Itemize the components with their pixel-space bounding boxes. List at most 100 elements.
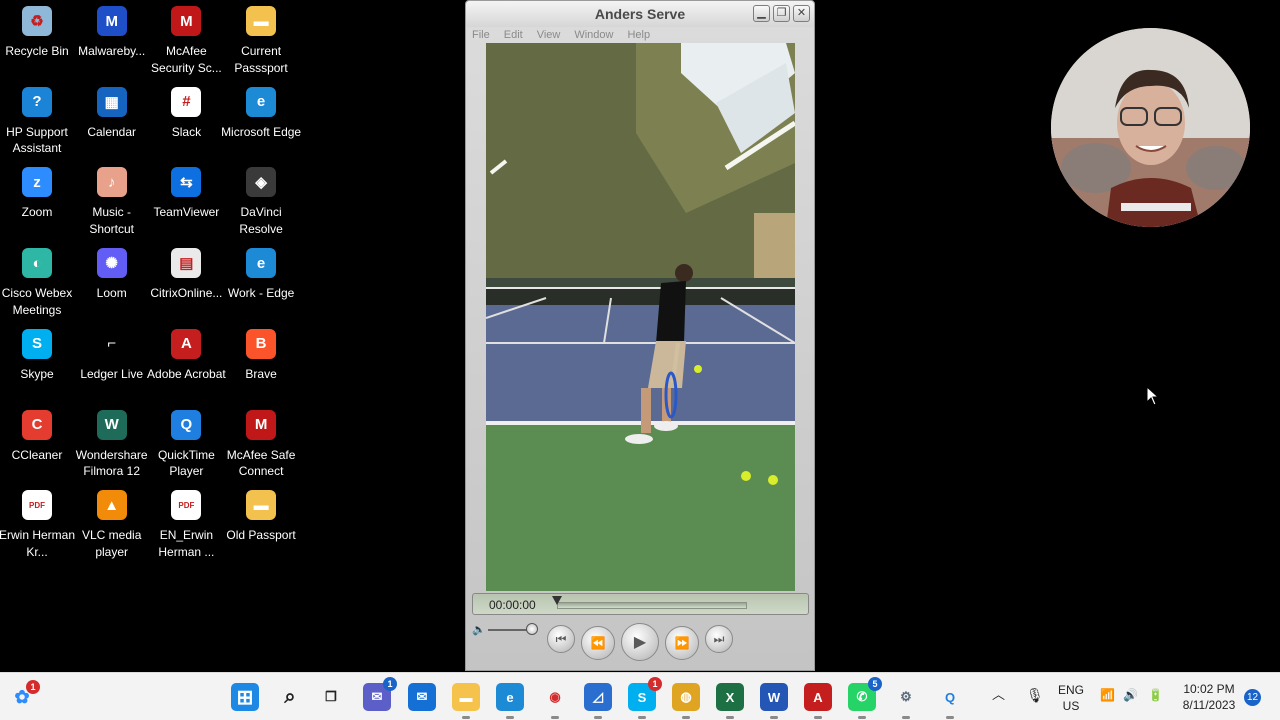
battery-icon[interactable]: 🔋 — [1148, 687, 1163, 703]
taskbar-mail-button[interactable]: ✉ — [408, 683, 436, 711]
mcafee-safe-connect-icon: M — [246, 409, 277, 440]
restore-button[interactable]: ❐ — [773, 5, 790, 22]
desktop-icon-label: Calendar — [87, 124, 137, 139]
taskbar-settings-button[interactable]: ⚙ — [892, 683, 920, 719]
desktop-icon-calendar[interactable]: ▦ Calendar — [72, 83, 152, 161]
fast-forward-button[interactable]: ⏩ — [665, 626, 699, 660]
language-indicator[interactable]: ENG US — [1055, 682, 1087, 714]
desktop-icon-label: QuickTime Player — [157, 447, 215, 479]
desktop-icon-erwin-herman-kr[interactable]: PDF Erwin Herman Kr... — [0, 486, 77, 564]
desktop-icon-label: Slack — [171, 124, 202, 139]
desktop-icon-wondershare-filmora-12[interactable]: W Wondershare Filmora 12 — [72, 406, 152, 484]
desktop-icon-ledger-live[interactable]: ⌐ Ledger Live — [72, 325, 152, 403]
desktop-icon-microsoft-edge[interactable]: e Microsoft Edge — [221, 83, 301, 161]
quicktime-window[interactable]: Anders Serve ▁ ❐ ✕ File Edit View Window… — [465, 0, 815, 671]
desktop-icon-citrixonline[interactable]: ▤ CitrixOnline... — [146, 244, 226, 322]
taskbar-excel-button[interactable]: X — [716, 683, 744, 719]
desktop-icon-davinci-resolve[interactable]: ◈ DaVinci Resolve — [221, 163, 301, 241]
desktop-icon-hp-support-assistant[interactable]: ? HP Support Assistant — [0, 83, 77, 161]
running-indicator — [506, 716, 514, 719]
microphone-icon[interactable]: 🎙 — [1026, 687, 1044, 703]
desktop-icon-music-shortcut[interactable]: ♪ Music - Shortcut — [72, 163, 152, 241]
desktop-icon-quicktime-player[interactable]: Q QuickTime Player — [146, 406, 226, 484]
taskbar-word-button[interactable]: W — [760, 683, 788, 719]
taskbar-chrome-button[interactable]: ◍ — [672, 683, 700, 719]
taskbar-chat-button[interactable]: ✉ 1 — [363, 677, 397, 711]
desktop-icon-skype[interactable]: S Skype — [0, 325, 77, 403]
notification-badge[interactable]: 12 — [1244, 689, 1261, 706]
mcafee-icon: M — [171, 6, 202, 36]
desktop-icon-malwareby[interactable]: M Malwareby... — [72, 2, 152, 80]
taskbar-app-chart-button[interactable]: ◿ — [584, 683, 612, 719]
video-frame[interactable] — [486, 43, 795, 591]
desktop-icon-label: Current Passsport — [234, 44, 288, 75]
running-indicator — [770, 716, 778, 719]
show-hidden-icons[interactable]: ︿ — [992, 687, 1005, 703]
go-to-start-button[interactable]: ⏮ — [547, 625, 575, 653]
go-to-end-button[interactable]: ⏭ — [705, 625, 733, 653]
wifi-icon[interactable]: 📶 — [1100, 687, 1115, 703]
taskbar-start-button[interactable]: ⊞ — [231, 683, 259, 711]
citrix-icon: ▤ — [171, 248, 202, 279]
menu-help[interactable]: Help — [627, 27, 650, 43]
taskbar-whatsapp-button[interactable]: ✆ 5 — [848, 677, 882, 719]
quicktime-icon: Q — [171, 409, 202, 440]
close-button[interactable]: ✕ — [793, 5, 810, 22]
rewind-button[interactable]: ⏪ — [581, 626, 615, 660]
desktop-icon-label: Work - Edge — [227, 286, 295, 301]
desktop-icon-ccleaner[interactable]: C CCleaner — [0, 406, 77, 484]
running-indicator — [858, 716, 866, 719]
pdf-icon: PDF — [22, 490, 52, 521]
taskbar-app-red-button[interactable]: ◉ — [541, 683, 569, 719]
taskbar-quicktime-button[interactable]: Q — [936, 683, 964, 719]
brave-icon: B — [246, 328, 277, 359]
mouse-cursor — [1146, 386, 1160, 406]
tennis-serve-video — [486, 43, 795, 591]
desktop-icon-current-passsport[interactable]: ▬ Current Passsport — [221, 2, 301, 80]
playback-controls: 00:00:00 🔈 ⏮ ⏪ ▶ ⏩ ⏭ — [466, 589, 814, 671]
play-button[interactable]: ▶ — [621, 623, 659, 661]
desktop-icon-brave[interactable]: B Brave — [221, 325, 301, 403]
taskbar-file-explorer-button[interactable]: ▬ — [452, 683, 480, 719]
widgets-icon[interactable]: ✿ 1 — [8, 680, 40, 711]
desktop-icon-mcafee-security-sc[interactable]: M McAfee Security Sc... — [146, 2, 226, 80]
menu-window[interactable]: Window — [574, 27, 613, 43]
volume-icon[interactable]: 🔈 — [472, 623, 486, 636]
pdf-icon: PDF — [171, 490, 202, 521]
taskbar-search-button[interactable]: ⌕ — [276, 683, 304, 711]
desktop-icon-label: VLC media player — [82, 528, 142, 559]
menu-file[interactable]: File — [472, 27, 490, 43]
clock[interactable]: 10:02 PM 8/11/2023 — [1176, 681, 1242, 713]
desktop-icon-work-edge[interactable]: e Work - Edge — [221, 244, 301, 322]
desktop-icon-recycle-bin[interactable]: ♻ Recycle Bin — [0, 2, 77, 80]
desktop-icon-mcafee-safe-connect[interactable]: M McAfee Safe Connect — [221, 406, 301, 484]
desktop: ♻ Recycle Bin M Malwareby... M McAfee Securit… — [0, 0, 1280, 672]
desktop-icon-cisco-webex-meetings[interactable]: ◐ Cisco Webex Meetings — [0, 244, 77, 322]
volume-slider[interactable] — [488, 629, 530, 631]
volume-tray-icon[interactable]: 🔊 — [1123, 687, 1138, 703]
desktop-icon-loom[interactable]: ✺ Loom — [72, 244, 152, 322]
desktop-icon-adobe-acrobat[interactable]: A Adobe Acrobat — [146, 325, 226, 403]
desktop-icon-old-passport[interactable]: ▬ Old Passport — [221, 486, 301, 564]
running-indicator — [551, 716, 559, 719]
desktop-icon-slack[interactable]: # Slack — [146, 83, 226, 161]
clock-time: 10:02 PM — [1183, 682, 1235, 696]
desktop-icon-label: Music - Shortcut — [89, 205, 135, 236]
playhead[interactable] — [552, 596, 562, 605]
desktop-icon-zoom[interactable]: z Zoom — [0, 163, 77, 241]
desktop-icon-en-erwin-herman[interactable]: PDF EN_Erwin Herman ... — [146, 486, 226, 564]
desktop-icon-vlc-media-player[interactable]: ▲ VLC media player — [72, 486, 152, 564]
taskbar-edge-button[interactable]: e — [496, 683, 524, 719]
menu-edit[interactable]: Edit — [504, 27, 523, 43]
scrubber-track[interactable] — [557, 602, 747, 609]
taskbar-acrobat-button[interactable]: A — [804, 683, 832, 719]
taskbar-skype-button[interactable]: S1 — [628, 677, 662, 719]
webcam-overlay — [1051, 28, 1250, 227]
desktop-icon-teamviewer[interactable]: ⇆ TeamViewer — [146, 163, 226, 241]
minimize-button[interactable]: ▁ — [753, 5, 770, 22]
taskbar-task-view-button[interactable]: ❐ — [317, 683, 345, 711]
volume-knob[interactable] — [526, 623, 538, 635]
title-bar[interactable]: Anders Serve ▁ ❐ ✕ — [466, 1, 814, 27]
running-indicator — [638, 716, 646, 719]
menu-view[interactable]: View — [537, 27, 561, 43]
